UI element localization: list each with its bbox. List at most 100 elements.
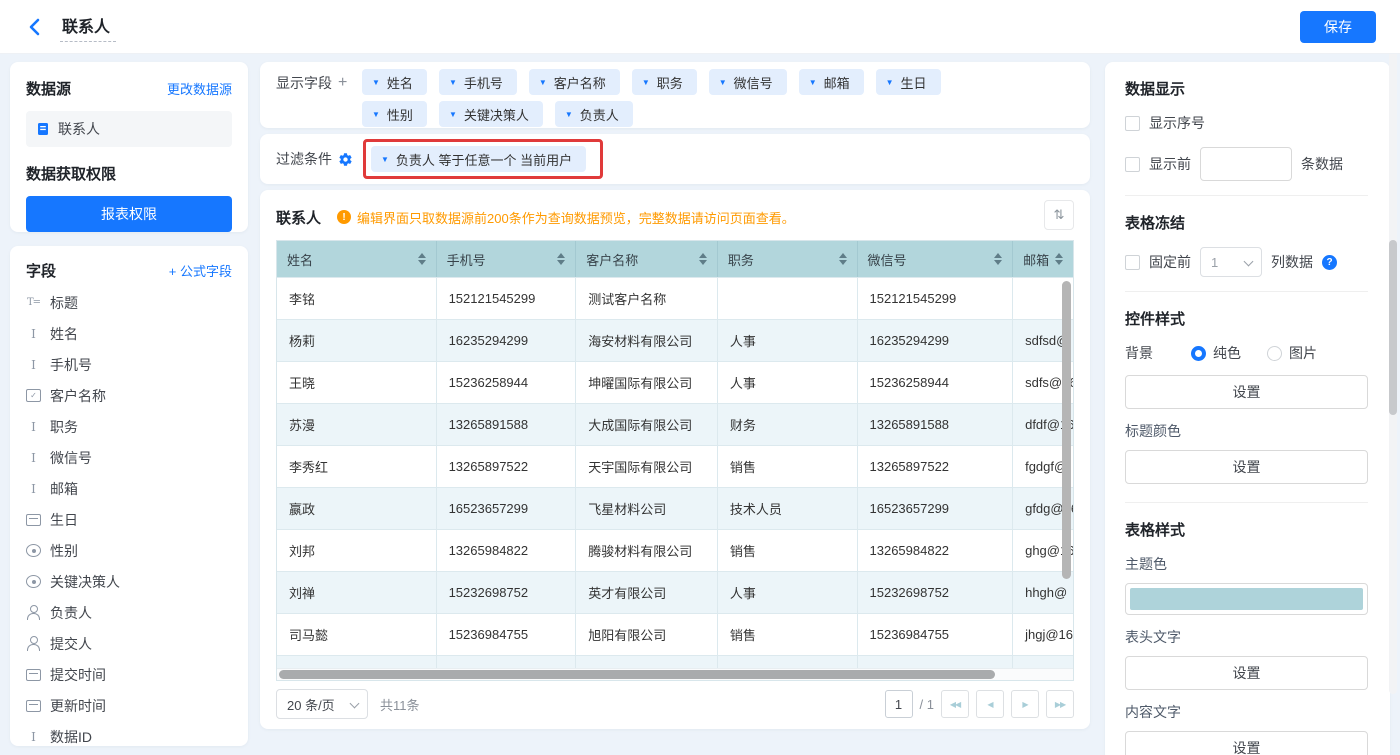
display-field-chip[interactable]: ▼性别 bbox=[362, 101, 427, 127]
chevron-down-icon: ▼ bbox=[449, 78, 457, 87]
add-display-field-button[interactable]: + bbox=[338, 74, 347, 92]
sort-arrows-icon[interactable] bbox=[418, 253, 426, 265]
display-field-chip[interactable]: ▼负责人 bbox=[555, 101, 633, 127]
last-page-button[interactable]: ▶▶ bbox=[1046, 690, 1074, 718]
add-formula-field-link[interactable]: + 公式字段 bbox=[169, 261, 232, 280]
field-item-label: 姓名 bbox=[50, 324, 78, 344]
table-cell: 13265984822 bbox=[437, 529, 577, 571]
table-header-cell[interactable]: 手机号 bbox=[437, 241, 577, 277]
field-item[interactable]: 提交时间 bbox=[26, 659, 232, 690]
display-field-chip[interactable]: ▼微信号 bbox=[709, 69, 787, 95]
table-header-cell[interactable]: 邮箱 bbox=[1013, 241, 1073, 277]
background-set-button[interactable]: 设置 bbox=[1125, 375, 1368, 409]
display-field-chip[interactable]: ▼客户名称 bbox=[529, 69, 620, 95]
vertical-scrollbar[interactable] bbox=[1062, 281, 1071, 579]
field-item[interactable]: 数据ID bbox=[26, 721, 232, 746]
field-item[interactable]: 提交人 bbox=[26, 628, 232, 659]
table-header-cell[interactable]: 姓名 bbox=[277, 241, 437, 277]
top-bar: 联系人 保存 bbox=[0, 0, 1400, 54]
field-item[interactable]: 负责人 bbox=[26, 597, 232, 628]
field-item[interactable]: 关键决策人 bbox=[26, 566, 232, 597]
field-item[interactable]: 生日 bbox=[26, 504, 232, 535]
table-cell: 16523657299 bbox=[858, 487, 1014, 529]
sort-order-button[interactable]: ⇅ bbox=[1044, 200, 1074, 230]
table-header-cell[interactable]: 职务 bbox=[718, 241, 858, 277]
datasource-item[interactable]: 联系人 bbox=[26, 111, 232, 147]
fields-panel: 字段 + 公式字段 标题姓名手机号客户名称职务微信号邮箱生日性别关键决策人负责人… bbox=[10, 246, 248, 746]
back-button[interactable] bbox=[24, 16, 46, 38]
table-row: 李秀红13265897522天宇国际有限公司销售13265897522fgdgf… bbox=[277, 445, 1073, 487]
settings-panel: 数据显示 显示序号 显示前 条数据 表格冻结 固定前 1 列数据 ? 控件样式 … bbox=[1105, 62, 1390, 755]
display-field-chip[interactable]: ▼ 生日 bbox=[876, 69, 941, 95]
next-page-button[interactable]: ▶ bbox=[1011, 690, 1039, 718]
sort-arrows-icon[interactable] bbox=[839, 253, 847, 265]
freeze-columns-checkbox[interactable] bbox=[1125, 255, 1140, 270]
previous-page-button[interactable]: ◀ bbox=[976, 690, 1004, 718]
radio-icon bbox=[26, 544, 41, 557]
chevron-down-icon: ▼ bbox=[886, 78, 894, 87]
settings-scrollbar[interactable] bbox=[1389, 240, 1397, 415]
display-field-chip[interactable]: ▼邮箱 bbox=[799, 69, 864, 95]
help-icon[interactable]: ? bbox=[1322, 255, 1337, 270]
table-cell bbox=[858, 655, 1014, 668]
field-item[interactable]: 邮箱 bbox=[26, 473, 232, 504]
field-item[interactable]: 职务 bbox=[26, 411, 232, 442]
freeze-suffix-label: 列数据 bbox=[1271, 252, 1313, 272]
filter-settings-gear-icon[interactable] bbox=[338, 152, 353, 167]
row-limit-input[interactable] bbox=[1200, 147, 1292, 181]
display-field-chip[interactable]: ▼姓名 bbox=[362, 69, 427, 95]
table-cell: 人事 bbox=[718, 361, 858, 403]
field-item-label: 职务 bbox=[50, 417, 78, 437]
table-header-cell[interactable]: 微信号 bbox=[858, 241, 1014, 277]
table-cell bbox=[718, 277, 858, 319]
field-item[interactable]: 性别 bbox=[26, 535, 232, 566]
display-field-chip[interactable]: ▼关键决策人 bbox=[439, 101, 543, 127]
solid-color-radio-option[interactable]: 纯色 bbox=[1191, 343, 1241, 363]
sort-arrows-icon[interactable] bbox=[557, 253, 565, 265]
sort-arrows-icon[interactable] bbox=[699, 253, 707, 265]
field-item[interactable]: 更新时间 bbox=[26, 690, 232, 721]
display-field-chip-label: 生日 bbox=[901, 73, 927, 92]
member-icon bbox=[26, 636, 41, 651]
change-datasource-link[interactable]: 更改数据源 bbox=[167, 79, 232, 98]
table-cell: 16235294299 bbox=[437, 319, 577, 361]
sort-arrows-icon[interactable] bbox=[994, 253, 1002, 265]
radio-icon bbox=[26, 575, 41, 588]
field-item[interactable]: 姓名 bbox=[26, 318, 232, 349]
theme-color-picker[interactable] bbox=[1125, 583, 1368, 615]
field-item[interactable]: 客户名称 bbox=[26, 380, 232, 411]
show-first-checkbox[interactable] bbox=[1125, 157, 1140, 172]
table-header-cell[interactable]: 客户名称 bbox=[576, 241, 718, 277]
table-freeze-title: 表格冻结 bbox=[1125, 212, 1368, 233]
table-cell: 李秀红 bbox=[277, 445, 437, 487]
show-index-checkbox[interactable] bbox=[1125, 116, 1140, 131]
field-item[interactable]: 标题 bbox=[26, 287, 232, 318]
show-index-label: 显示序号 bbox=[1149, 113, 1205, 133]
image-radio-option[interactable]: 图片 bbox=[1267, 343, 1317, 363]
preview-table: 姓名手机号客户名称职务微信号邮箱 李铭152121545299测试客户名称152… bbox=[276, 240, 1074, 681]
page-title[interactable]: 联系人 bbox=[60, 11, 116, 42]
title-color-set-button[interactable]: 设置 bbox=[1125, 450, 1368, 484]
content-text-set-button[interactable]: 设置 bbox=[1125, 731, 1368, 755]
table-row: 刘邦13265984822腾骏材料有限公司销售13265984822ghg@16 bbox=[277, 529, 1073, 571]
field-item[interactable]: 手机号 bbox=[26, 349, 232, 380]
page-size-select[interactable]: 20 条/页 bbox=[276, 689, 368, 719]
field-item[interactable]: 微信号 bbox=[26, 442, 232, 473]
save-button[interactable]: 保存 bbox=[1300, 11, 1376, 43]
chevron-down-icon: ▼ bbox=[381, 155, 389, 164]
header-text-set-button[interactable]: 设置 bbox=[1125, 656, 1368, 690]
display-field-chip[interactable]: ▼职务 bbox=[632, 69, 697, 95]
sort-down-icon bbox=[839, 260, 847, 265]
filter-condition-chip[interactable]: ▼ 负责人 等于任意一个 当前用户 bbox=[371, 146, 586, 172]
horizontal-scrollbar[interactable] bbox=[279, 670, 995, 679]
first-page-button[interactable]: ◀◀ bbox=[941, 690, 969, 718]
display-field-chip[interactable]: ▼手机号 bbox=[439, 69, 517, 95]
report-permission-button[interactable]: 报表权限 bbox=[26, 196, 232, 232]
freeze-column-count-select[interactable]: 1 bbox=[1200, 247, 1262, 277]
sort-arrows-icon[interactable] bbox=[1055, 253, 1063, 265]
form-document-icon bbox=[36, 122, 50, 136]
current-page-input[interactable]: 1 bbox=[885, 690, 913, 718]
data-preview-panel: 联系人 ! 编辑界面只取数据源前200条作为查询数据预览，完整数据请访问页面查看… bbox=[260, 190, 1090, 729]
table-cell: 大成国际有限公司 bbox=[576, 403, 718, 445]
display-field-chip-label: 姓名 bbox=[387, 73, 413, 92]
